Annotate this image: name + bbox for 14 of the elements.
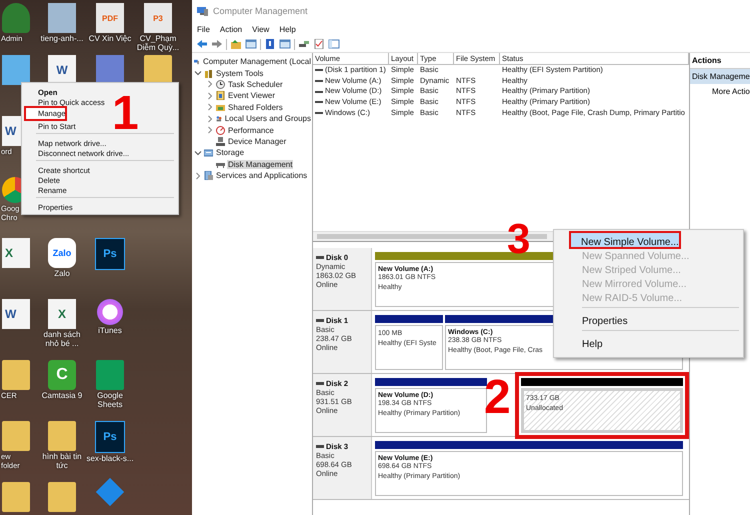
icon-label: hình bài tin tức bbox=[41, 452, 83, 470]
step-number: 2 bbox=[484, 374, 511, 422]
window-title: Computer Management bbox=[213, 6, 308, 16]
icon-label: Google Sheets bbox=[96, 391, 124, 409]
icon-label: iTunes bbox=[98, 326, 122, 335]
step-number: 1 bbox=[112, 90, 139, 138]
icon-label: danh sách nhỏ bé ... bbox=[42, 330, 82, 348]
icon-label: Camtasia 9 bbox=[42, 391, 82, 400]
icon-label: CV Xin Việc bbox=[88, 34, 132, 43]
step-number: 3 bbox=[507, 218, 530, 260]
icon-label: sex-black-s... bbox=[86, 454, 134, 463]
icon-label: tieng-anh-... bbox=[40, 34, 84, 43]
icon-label: Zalo bbox=[54, 269, 70, 278]
icon-label: CV_Phạm Diễm Quỳ... bbox=[136, 34, 180, 52]
